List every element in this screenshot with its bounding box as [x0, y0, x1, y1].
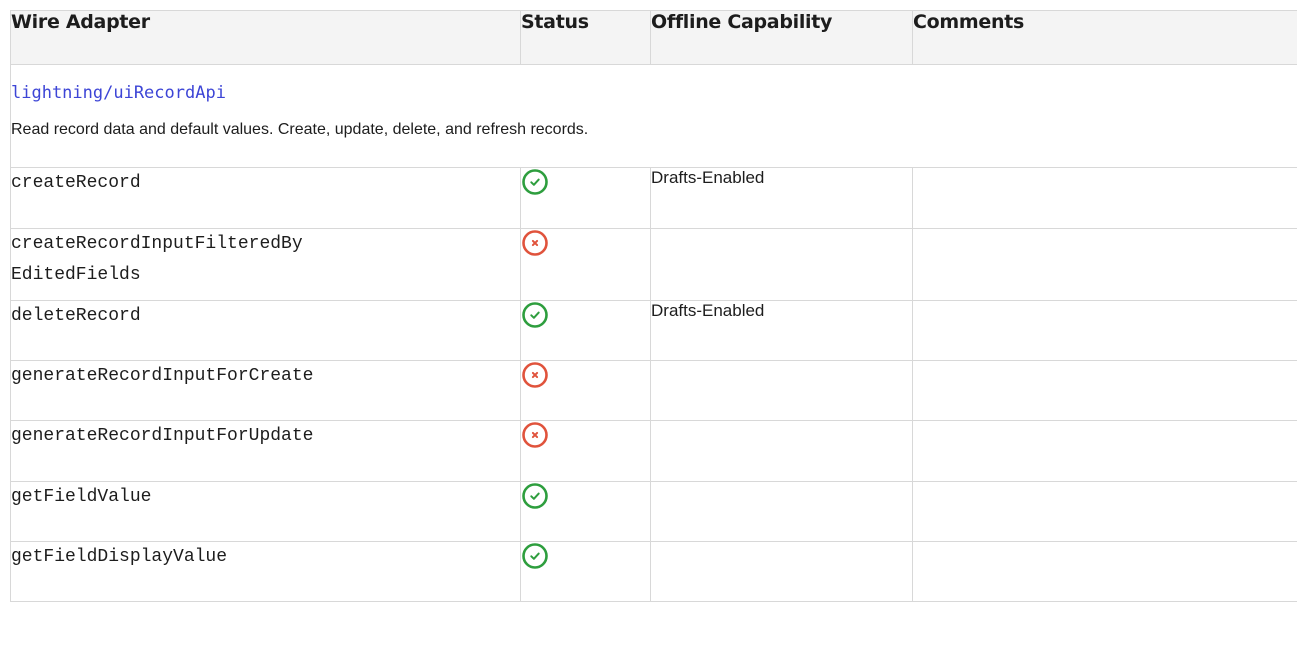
table-row: createRecord Drafts-Enabled — [10, 167, 1297, 229]
status-cell — [520, 541, 651, 602]
x-circle-icon — [522, 362, 548, 388]
column-header-status: Status — [520, 10, 651, 65]
column-header-wire-adapter: Wire Adapter — [10, 10, 521, 65]
adapter-name-line: getFieldValue — [11, 487, 152, 507]
column-header-comments: Comments — [912, 10, 1297, 65]
adapter-name-cell: createRecordInputFilteredBy EditedFields — [10, 228, 521, 301]
section-cell: lightning/uiRecordApi Read record data a… — [10, 64, 1297, 168]
offline-capability-cell: Drafts-Enabled — [650, 300, 913, 361]
status-cell — [520, 360, 651, 421]
adapter-name-line: deleteRecord — [11, 306, 141, 326]
x-circle-icon — [522, 422, 548, 448]
x-circle-icon — [522, 230, 548, 256]
adapter-name-cell: generateRecordInputForCreate — [10, 360, 521, 421]
adapter-name-line: createRecordInputFilteredBy — [11, 234, 303, 254]
adapter-name-cell: createRecord — [10, 167, 521, 229]
comments-cell — [912, 228, 1297, 301]
comments-cell — [912, 541, 1297, 602]
check-circle-icon — [522, 483, 548, 509]
comments-cell — [912, 167, 1297, 229]
adapter-name-cell: deleteRecord — [10, 300, 521, 361]
status-cell — [520, 167, 651, 229]
wire-adapter-table: Wire Adapter Status Offline Capability C… — [10, 10, 1297, 602]
offline-capability-cell — [650, 541, 913, 602]
status-cell — [520, 228, 651, 301]
table-row: getFieldValue — [10, 481, 1297, 542]
check-circle-icon — [522, 543, 548, 569]
comments-cell — [912, 420, 1297, 482]
header-row: Wire Adapter Status Offline Capability C… — [10, 10, 1297, 65]
table-row: generateRecordInputForUpdate — [10, 420, 1297, 482]
offline-capability-cell — [650, 360, 913, 421]
adapter-name-cell: getFieldDisplayValue — [10, 541, 521, 602]
offline-capability-cell — [650, 228, 913, 301]
adapter-name-cell: getFieldValue — [10, 481, 521, 542]
adapter-name-line: EditedFields — [11, 265, 141, 285]
section-row: lightning/uiRecordApi Read record data a… — [10, 64, 1297, 168]
module-link[interactable]: lightning/uiRecordApi — [11, 83, 226, 103]
offline-capability-cell — [650, 481, 913, 542]
check-circle-icon — [522, 302, 548, 328]
comments-cell — [912, 481, 1297, 542]
table-row: generateRecordInputForCreate — [10, 360, 1297, 421]
status-cell — [520, 300, 651, 361]
check-circle-icon — [522, 169, 548, 195]
adapter-name-line: generateRecordInputForCreate — [11, 366, 314, 386]
adapter-name-cell: generateRecordInputForUpdate — [10, 420, 521, 482]
adapter-name-line: generateRecordInputForUpdate — [11, 426, 314, 446]
status-cell — [520, 420, 651, 482]
status-cell — [520, 481, 651, 542]
column-header-offline-capability: Offline Capability — [650, 10, 913, 65]
adapter-name-line: getFieldDisplayValue — [11, 547, 228, 567]
table-row: getFieldDisplayValue — [10, 541, 1297, 602]
offline-capability-cell: Drafts-Enabled — [650, 167, 913, 229]
table-row: createRecordInputFilteredBy EditedFields — [10, 228, 1297, 301]
offline-capability-cell — [650, 420, 913, 482]
section-description: Read record data and default values. Cre… — [11, 121, 589, 138]
table-row: deleteRecord Drafts-Enabled — [10, 300, 1297, 361]
comments-cell — [912, 360, 1297, 421]
comments-cell — [912, 300, 1297, 361]
adapter-name-line: createRecord — [11, 173, 141, 193]
page: Wire Adapter Status Offline Capability C… — [0, 0, 1297, 672]
